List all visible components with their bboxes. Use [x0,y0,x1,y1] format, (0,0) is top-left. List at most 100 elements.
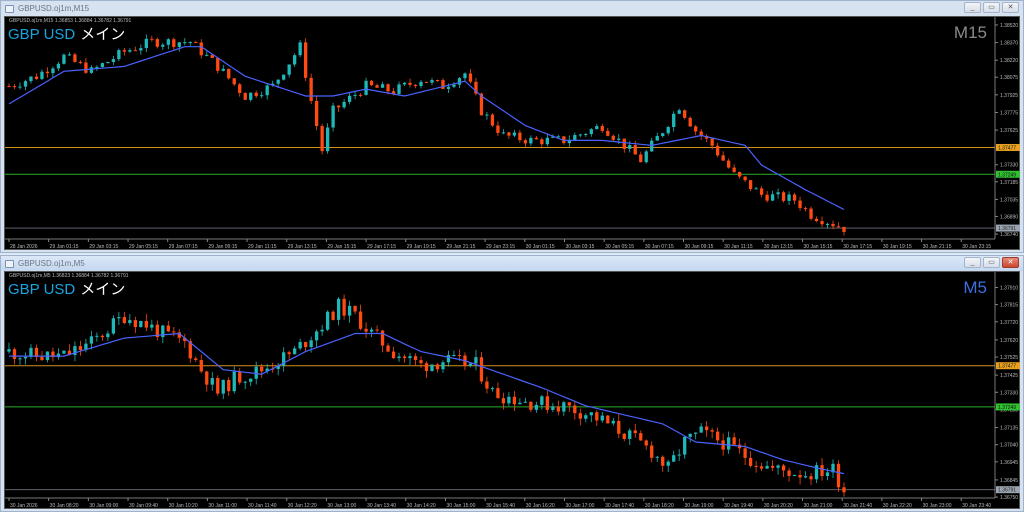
symbol-label: GBP USD メイン [8,23,125,44]
price-tick-label: 1.37775 [1000,110,1018,116]
candle-body [139,48,143,51]
time-tick-label: 29 Jan 17:15 [367,244,396,250]
candle-body [754,465,758,467]
candle-body [309,77,313,101]
price-tick-label: 1.38370 [1000,41,1018,47]
candle-body [100,335,105,338]
candle-body [617,420,621,434]
candle-body [254,366,258,379]
candle-body [529,401,533,410]
minimize-button[interactable]: _ [964,2,981,13]
candlestick-chart: 1.38520 1.38370 1.38220 1.38075 1.37925 1.377… [5,17,1020,250]
price-tick-label: 1.37620 [1000,338,1018,344]
restore-button[interactable]: ▭ [983,2,1000,13]
candle-body [216,378,220,394]
candle-body [589,129,593,134]
symbol-name: GBP USD [8,26,76,43]
candle-body [743,448,747,458]
candle-body [23,81,28,87]
candle-body [358,94,363,96]
chart-window-m15[interactable]: GBPUSD.oj1m,M15 _ ▭ ✕ 1.38520 1.38370 1.38… [0,0,1024,253]
candle-body [809,476,813,480]
candle-body [78,61,83,63]
candle-body [238,84,242,93]
candle-body [496,388,500,399]
candle-body [276,79,280,84]
candle-body [798,200,802,209]
time-tick-label: 29 Jan 03:15 [89,244,118,250]
price-tick-label: 1.36890 [1000,214,1018,220]
candle-body [683,436,687,455]
candle-body [732,437,736,445]
close-button[interactable]: ✕ [1002,257,1019,268]
candle-body [117,317,121,319]
candle-body [545,396,550,410]
candle-body [210,378,214,385]
price-chart[interactable]: 1.37910 1.37815 1.37720 1.37620 1.37525 1.374… [4,271,1020,509]
moving-average-line [8,46,845,211]
candle-body [611,420,615,424]
time-tick-label: 30 Jan 23:40 [962,503,991,509]
time-tick-label: 29 Jan 19:15 [407,244,436,250]
candle-body [825,223,830,225]
candle-body [474,357,478,364]
candle-body [765,465,769,469]
restore-button[interactable]: ▭ [983,257,1000,268]
candle-body [331,311,335,320]
candle-body [232,78,236,85]
candle-body [342,101,346,108]
candle-body [111,318,116,334]
candle-body [282,74,286,80]
candle-body [820,465,824,476]
candle-body [287,352,291,355]
window-titlebar[interactable]: GBPUSD.oj1m,M15 _ ▭ ✕ [1,1,1023,16]
candle-body [606,130,610,136]
chart-window-m5[interactable]: GBPUSD.oj1m,M5 _ ▭ ✕ 1.37910 1.37815 1.377… [0,255,1024,512]
price-level-label: 1.36791 [998,226,1016,232]
candle-body [413,84,418,86]
time-tick-label: 30 Jan 07:15 [645,244,674,250]
candle-body [89,336,94,344]
candle-body [128,50,132,52]
candle-body [485,381,489,389]
price-tick-label: 1.37815 [1000,303,1018,309]
chart-window-icon [5,259,14,268]
candle-body [633,430,637,434]
candle-body [353,94,357,96]
candle-body [430,364,434,372]
price-tick-label: 1.37330 [1000,163,1018,169]
minimize-button[interactable]: _ [964,257,981,268]
candle-body [545,137,550,145]
candle-body [534,137,539,140]
candlestick-chart: 1.37910 1.37815 1.37720 1.37620 1.37525 1.374… [5,272,1020,509]
price-level-label: 1.37477 [998,145,1016,151]
candle-body [501,132,506,134]
close-button[interactable]: ✕ [1002,2,1019,13]
candle-body [831,223,835,227]
candle-body [622,433,626,439]
price-chart[interactable]: 1.38520 1.38370 1.38220 1.38075 1.37925 1.377… [4,16,1020,250]
candle-body [364,328,368,332]
candle-body [446,86,451,89]
candle-body [534,404,539,410]
candle-body [683,110,687,118]
candle-body [507,132,511,136]
candle-body [792,194,797,201]
candle-body [655,136,659,141]
candle-body [150,38,154,40]
candle-body [172,331,176,333]
candle-body [320,329,324,332]
candle-body [133,320,137,328]
window-titlebar[interactable]: GBPUSD.oj1m,M5 _ ▭ ✕ [1,256,1023,271]
candle-body [650,445,654,458]
time-tick-label: 29 Jan 05:15 [129,244,158,250]
candle-body [402,356,407,359]
price-tick-label: 1.37330 [1000,390,1018,396]
candle-body [705,426,709,431]
price-tick-label: 1.37925 [1000,93,1018,99]
candle-body [260,95,264,97]
symbol-sublabel: メイン [80,26,126,43]
candle-body [457,78,462,85]
candle-body [776,192,780,195]
price-level-label: 1.37249 [998,405,1016,411]
